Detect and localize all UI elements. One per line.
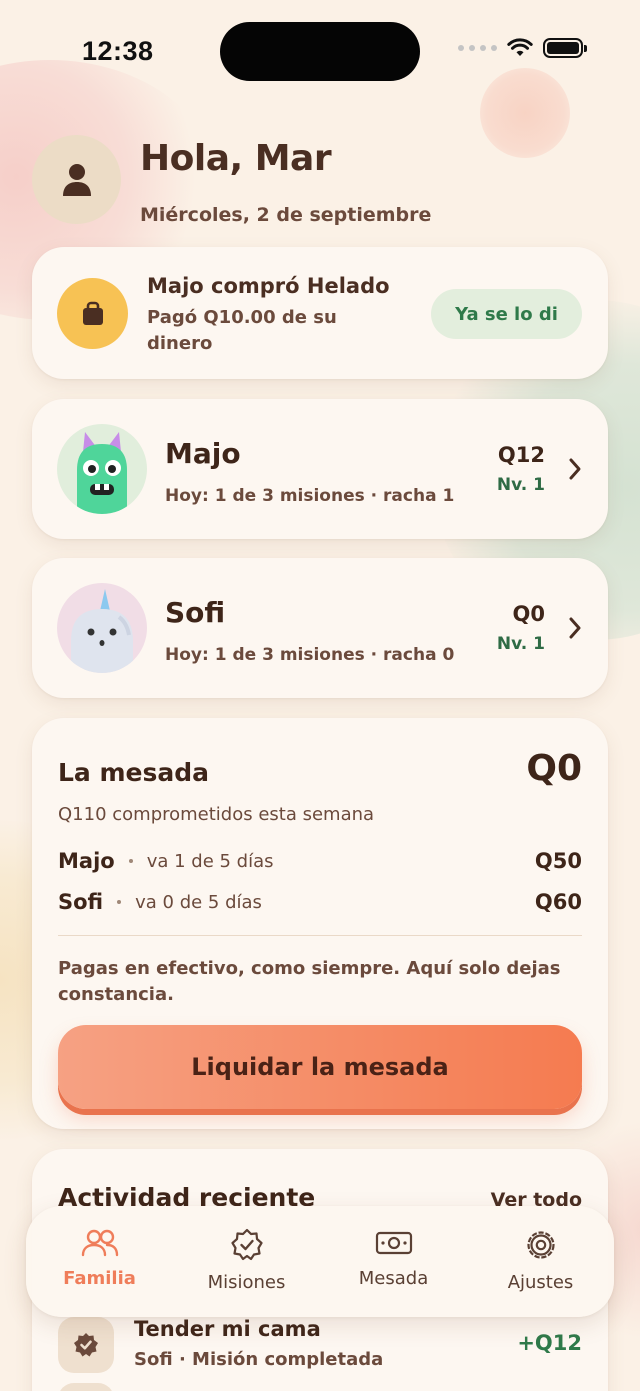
tab-mesada[interactable]: Mesada bbox=[320, 1206, 467, 1317]
badge-check-icon bbox=[230, 1228, 263, 1261]
settle-allowance-button[interactable]: Liquidar la mesada bbox=[58, 1025, 582, 1109]
kid-today-progress: Hoy: 1 de 3 misiones · racha 0 bbox=[165, 645, 455, 665]
allowance-note: Pagas en efectivo, como siempre. Aquí so… bbox=[58, 958, 561, 1005]
allowance-row-amount: Q50 bbox=[534, 849, 582, 873]
kid-name: Majo bbox=[165, 437, 241, 470]
kid-level: Nv. 1 bbox=[496, 475, 545, 495]
kid-today-progress: Hoy: 1 de 3 misiones · racha 1 bbox=[165, 486, 455, 506]
kid-balance: Q0 bbox=[512, 602, 545, 626]
activity-item-points: +Q12 bbox=[517, 1331, 582, 1355]
tab-label: Ajustes bbox=[507, 1272, 574, 1293]
person-icon bbox=[62, 163, 91, 196]
allowance-row-amount: Q60 bbox=[534, 890, 582, 914]
status-time: 12:38 bbox=[82, 36, 154, 66]
people-icon bbox=[81, 1229, 118, 1257]
status-indicators bbox=[458, 38, 587, 58]
tab-familia[interactable]: Familia bbox=[26, 1206, 173, 1317]
tab-bar: Familia Misiones Mesada Ajustes bbox=[26, 1206, 614, 1317]
chevron-right-icon bbox=[569, 458, 581, 480]
tab-misiones[interactable]: Misiones bbox=[173, 1206, 320, 1317]
kid-balance: Q12 bbox=[497, 443, 545, 467]
notification-subtitle: Pagó Q10.00 de su dinero bbox=[147, 307, 337, 354]
activity-item-subtitle: Sofi · Misión completada bbox=[134, 1349, 384, 1370]
unicorn-avatar bbox=[57, 583, 147, 673]
purchase-notification-card: Majo compró Helado Pagó Q10.00 de su din… bbox=[32, 247, 608, 379]
allowance-card: La mesada Q0 Q110 comprometidos esta sem… bbox=[32, 718, 608, 1129]
activity-item-icon bbox=[58, 1383, 114, 1391]
tab-label: Mesada bbox=[358, 1268, 429, 1289]
check-badge-icon bbox=[58, 1317, 114, 1373]
chevron-right-icon bbox=[569, 617, 581, 639]
separator-dot bbox=[117, 900, 122, 904]
greeting-title: Hola, Mar bbox=[140, 138, 332, 179]
battery-icon bbox=[543, 38, 587, 58]
divider bbox=[58, 935, 582, 936]
shopping-bag-icon bbox=[57, 278, 128, 349]
user-avatar[interactable] bbox=[32, 135, 121, 224]
banknote-icon bbox=[375, 1231, 412, 1255]
allowance-row-progress: va 0 de 5 días bbox=[135, 891, 262, 913]
notification-title: Majo compró Helado bbox=[147, 274, 390, 298]
tab-label: Misiones bbox=[207, 1272, 286, 1293]
activity-item-title: Tender mi cama bbox=[134, 1317, 321, 1341]
allowance-row-name: Sofi bbox=[58, 890, 104, 914]
green-monster-avatar bbox=[57, 424, 147, 514]
dynamic-island bbox=[220, 22, 420, 81]
allowance-row-name: Majo bbox=[58, 849, 115, 873]
tab-label: Familia bbox=[63, 1268, 136, 1289]
allowance-row: Majo va 1 de 5 días Q50 bbox=[58, 846, 582, 876]
kid-card-majo[interactable]: Majo Hoy: 1 de 3 misiones · racha 1 Q12 … bbox=[32, 399, 608, 539]
separator-dot bbox=[128, 859, 133, 863]
allowance-total: Q0 bbox=[526, 748, 582, 789]
signal-icon bbox=[458, 45, 497, 51]
acknowledge-button[interactable]: Ya se lo di bbox=[431, 289, 582, 339]
kid-level: Nv. 1 bbox=[496, 634, 545, 654]
kid-name: Sofi bbox=[165, 596, 226, 629]
date-label: Miércoles, 2 de septiembre bbox=[140, 204, 432, 226]
allowance-committed: Q110 comprometidos esta semana bbox=[58, 804, 375, 825]
tab-ajustes[interactable]: Ajustes bbox=[467, 1206, 614, 1317]
allowance-row-progress: va 1 de 5 días bbox=[146, 850, 274, 872]
allowance-title: La mesada bbox=[58, 758, 210, 787]
allowance-row: Sofi va 0 de 5 días Q60 bbox=[58, 887, 582, 917]
wifi-icon bbox=[507, 38, 533, 56]
kid-card-sofi[interactable]: Sofi Hoy: 1 de 3 misiones · racha 0 Q0 N… bbox=[32, 558, 608, 698]
gear-icon bbox=[526, 1231, 555, 1259]
